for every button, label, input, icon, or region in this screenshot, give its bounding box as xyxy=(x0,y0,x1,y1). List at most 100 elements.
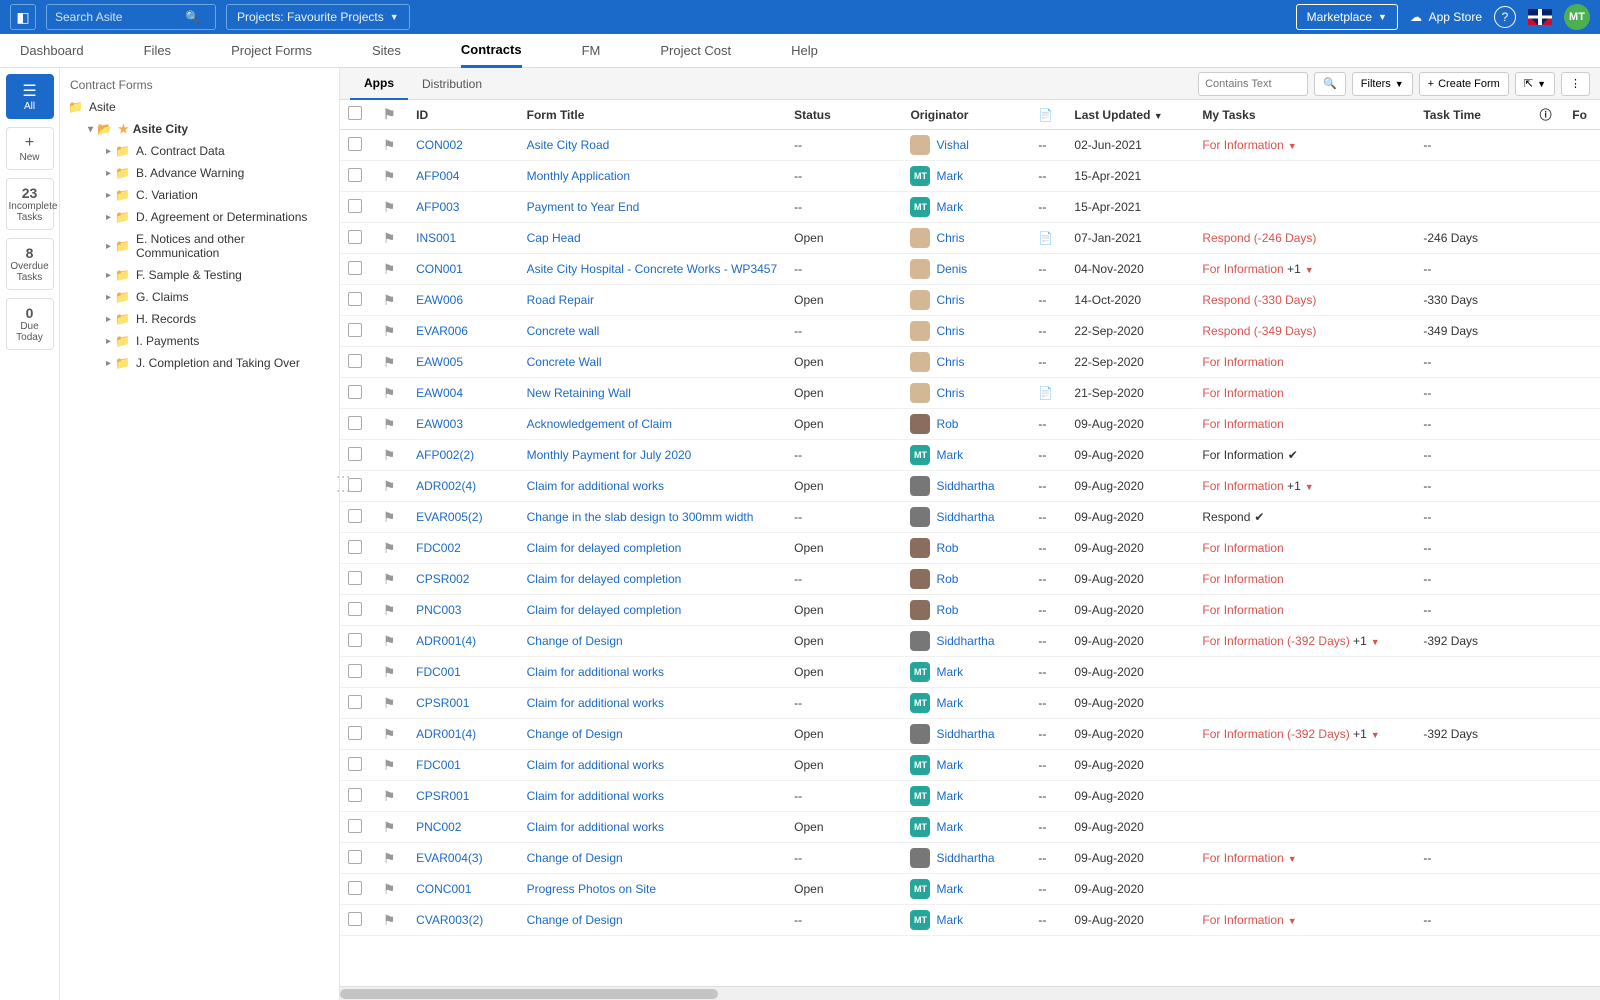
row-checkbox[interactable] xyxy=(348,788,362,802)
form-id-link[interactable]: PNC002 xyxy=(416,820,461,834)
table-row[interactable]: ⚑AFP004Monthly Application--MTMark--15-A… xyxy=(340,161,1600,192)
form-id-link[interactable]: CPSR001 xyxy=(416,789,469,803)
flag-icon[interactable]: ⚑ xyxy=(383,540,396,556)
originator[interactable]: Rob xyxy=(910,414,1022,434)
row-checkbox[interactable] xyxy=(348,385,362,399)
nav-tab-fm[interactable]: FM xyxy=(582,35,601,66)
row-checkbox[interactable] xyxy=(348,695,362,709)
form-id-link[interactable]: EAW004 xyxy=(416,386,463,400)
nav-tab-files[interactable]: Files xyxy=(144,35,171,66)
row-checkbox[interactable] xyxy=(348,571,362,585)
table-row[interactable]: ⚑PNC003Claim for delayed completionOpenR… xyxy=(340,595,1600,626)
nav-tab-help[interactable]: Help xyxy=(791,35,818,66)
nav-tab-project-cost[interactable]: Project Cost xyxy=(660,35,731,66)
search-icon[interactable]: 🔍 xyxy=(185,10,200,24)
originator[interactable]: Chris xyxy=(910,352,1022,372)
flag-icon[interactable]: ⚑ xyxy=(383,354,396,370)
tree-selected-node[interactable]: ▾ 📂 ★ Asite City xyxy=(82,118,335,140)
chevron-down-icon[interactable]: ▼ xyxy=(1371,730,1380,740)
locale-flag-uk[interactable] xyxy=(1528,9,1552,25)
table-row[interactable]: ⚑FDC001Claim for additional worksOpenMTM… xyxy=(340,657,1600,688)
form-id-link[interactable]: FDC002 xyxy=(416,541,461,555)
table-scroll[interactable]: ⚑IDForm TitleStatusOriginator📄Last Updat… xyxy=(340,100,1600,986)
row-checkbox[interactable] xyxy=(348,137,362,151)
rail-item-due-today[interactable]: 0Due Today xyxy=(6,298,54,350)
form-id-link[interactable]: CON001 xyxy=(416,262,463,276)
tree-node[interactable]: ▸📁H. Records xyxy=(100,308,335,330)
originator[interactable]: Chris xyxy=(910,290,1022,310)
table-row[interactable]: ⚑CONC001Progress Photos on SiteOpenMTMar… xyxy=(340,874,1600,905)
flag-icon[interactable]: ⚑ xyxy=(383,571,396,587)
nav-tab-project-forms[interactable]: Project Forms xyxy=(231,35,312,66)
row-checkbox[interactable] xyxy=(348,850,362,864)
document-icon[interactable]: 📄 xyxy=(1038,231,1053,245)
row-checkbox[interactable] xyxy=(348,540,362,554)
originator[interactable]: MTMark xyxy=(910,879,1022,899)
flag-icon[interactable]: ⚑ xyxy=(383,416,396,432)
form-title-link[interactable]: Change of Design xyxy=(527,634,623,648)
form-id-link[interactable]: CPSR002 xyxy=(416,572,469,586)
originator[interactable]: Chris xyxy=(910,383,1022,403)
form-id-link[interactable]: CONC001 xyxy=(416,882,471,896)
form-title-link[interactable]: Asite City Hospital - Concrete Works - W… xyxy=(527,262,778,276)
table-row[interactable]: ⚑CPSR001Claim for additional works--MTMa… xyxy=(340,688,1600,719)
table-row[interactable]: ⚑EVAR005(2)Change in the slab design to … xyxy=(340,502,1600,533)
originator[interactable]: MTMark xyxy=(910,166,1022,186)
form-title-link[interactable]: Asite City Road xyxy=(527,138,610,152)
chevron-down-icon[interactable]: ▼ xyxy=(1371,637,1380,647)
app-store-button[interactable]: App Store xyxy=(1410,10,1482,24)
flag-icon[interactable]: ⚑ xyxy=(383,478,396,494)
tree-node[interactable]: ▸📁D. Agreement or Determinations xyxy=(100,206,335,228)
originator[interactable]: MTMark xyxy=(910,910,1022,930)
form-title-link[interactable]: Change of Design xyxy=(527,851,623,865)
tree-node[interactable]: ▸📁C. Variation xyxy=(100,184,335,206)
row-checkbox[interactable] xyxy=(348,230,362,244)
form-id-link[interactable]: INS001 xyxy=(416,231,456,245)
table-row[interactable]: ⚑CPSR002Claim for delayed completion--Ro… xyxy=(340,564,1600,595)
tree-node[interactable]: ▸📁B. Advance Warning xyxy=(100,162,335,184)
chevron-down-icon[interactable]: ▼ xyxy=(1305,482,1314,492)
form-id-link[interactable]: AFP003 xyxy=(416,200,459,214)
flag-icon[interactable]: ⚑ xyxy=(383,137,396,153)
column-header[interactable]: ID xyxy=(408,100,519,130)
nav-tab-sites[interactable]: Sites xyxy=(372,35,401,66)
originator[interactable]: MTMark xyxy=(910,817,1022,837)
rail-item-all[interactable]: ☰All xyxy=(6,74,54,119)
form-title-link[interactable]: Claim for additional works xyxy=(527,820,664,834)
table-row[interactable]: ⚑CON002Asite City Road--Vishal--02-Jun-2… xyxy=(340,130,1600,161)
row-checkbox[interactable] xyxy=(348,602,362,616)
table-row[interactable]: ⚑EVAR006Concrete wall--Chris--22-Sep-202… xyxy=(340,316,1600,347)
table-row[interactable]: ⚑EAW005Concrete WallOpenChris--22-Sep-20… xyxy=(340,347,1600,378)
flag-icon[interactable]: ⚑ xyxy=(383,447,396,463)
form-title-link[interactable]: Monthly Payment for July 2020 xyxy=(527,448,692,462)
tree-node[interactable]: ▸📁J. Completion and Taking Over xyxy=(100,352,335,374)
originator[interactable]: Chris xyxy=(910,321,1022,341)
flag-icon[interactable]: ⚑ xyxy=(383,509,396,525)
row-checkbox[interactable] xyxy=(348,726,362,740)
row-checkbox[interactable] xyxy=(348,323,362,337)
tree-node[interactable]: ▸📁G. Claims xyxy=(100,286,335,308)
table-row[interactable]: ⚑EVAR004(3)Change of Design--Siddhartha-… xyxy=(340,843,1600,874)
chevron-down-icon[interactable]: ▼ xyxy=(1305,265,1314,275)
table-row[interactable]: ⚑CVAR003(2)Change of Design--MTMark--09-… xyxy=(340,905,1600,936)
originator[interactable]: MTMark xyxy=(910,786,1022,806)
table-row[interactable]: ⚑ADR001(4)Change of DesignOpenSiddhartha… xyxy=(340,626,1600,657)
flag-icon[interactable]: ⚑ xyxy=(383,168,396,184)
table-row[interactable]: ⚑EAW004New Retaining WallOpenChris📄21-Se… xyxy=(340,378,1600,409)
table-row[interactable]: ⚑PNC002Claim for additional worksOpenMTM… xyxy=(340,812,1600,843)
form-title-link[interactable]: Road Repair xyxy=(527,293,594,307)
form-title-link[interactable]: New Retaining Wall xyxy=(527,386,631,400)
form-title-link[interactable]: Progress Photos on Site xyxy=(527,882,656,896)
select-all-checkbox[interactable] xyxy=(348,106,362,120)
table-row[interactable]: ⚑CPSR001Claim for additional works--MTMa… xyxy=(340,781,1600,812)
column-header[interactable]: Task Time xyxy=(1415,100,1531,130)
flag-icon[interactable]: ⚑ xyxy=(383,819,396,835)
form-id-link[interactable]: CON002 xyxy=(416,138,463,152)
form-title-link[interactable]: Claim for delayed completion xyxy=(527,603,682,617)
column-header[interactable]: 📄 xyxy=(1030,100,1066,130)
column-header[interactable]: Last Updated ▼ xyxy=(1066,100,1194,130)
project-selector[interactable]: Projects: Favourite Projects ▼ xyxy=(226,4,410,30)
row-checkbox[interactable] xyxy=(348,757,362,771)
filters-button[interactable]: Filters ▼ xyxy=(1352,72,1413,96)
nav-tab-dashboard[interactable]: Dashboard xyxy=(20,35,84,66)
